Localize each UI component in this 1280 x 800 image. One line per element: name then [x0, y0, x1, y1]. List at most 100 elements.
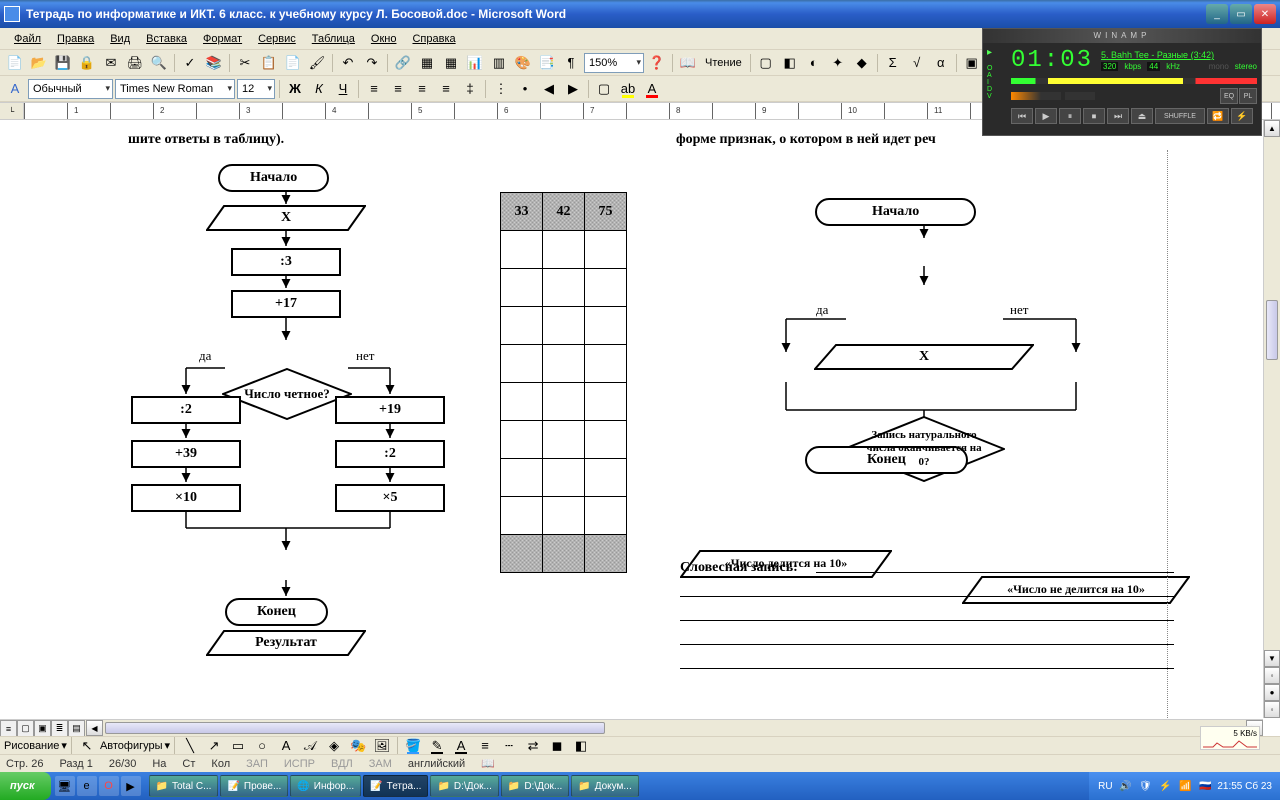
spellcheck-icon[interactable]: ✓	[179, 52, 201, 74]
ext6-icon[interactable]: ▣	[961, 52, 983, 74]
autoshapes-menu[interactable]: Автофигуры	[100, 740, 163, 752]
task-1[interactable]: 📝Прове...	[220, 775, 288, 797]
menu-format[interactable]: Формат	[195, 31, 250, 47]
new-doc-icon[interactable]: 📄	[4, 52, 26, 74]
styles-icon[interactable]: A	[4, 78, 26, 100]
task-3[interactable]: 📝Тетра...	[363, 775, 428, 797]
tray-flag-icon[interactable]: 🇷🇺	[1197, 778, 1213, 794]
ext4-icon[interactable]: ✦	[827, 52, 849, 74]
task-0[interactable]: 📁Total C...	[149, 775, 219, 797]
highlight-icon[interactable]: ab	[617, 78, 639, 100]
winamp-shuffle-button[interactable]: SHUFFLE	[1155, 108, 1205, 124]
tray-clock[interactable]: 21:55 Сб 23	[1217, 781, 1272, 792]
tray-icon1[interactable]: 🔊	[1117, 778, 1133, 794]
italic-icon[interactable]: К	[308, 78, 330, 100]
tray-icon3[interactable]: ⚡	[1157, 778, 1173, 794]
winamp-volume[interactable]	[1011, 92, 1061, 100]
indent-icon[interactable]: ▶	[562, 78, 584, 100]
winamp-next-icon[interactable]: ⏭	[1107, 108, 1129, 124]
menu-service[interactable]: Сервис	[250, 31, 304, 47]
winamp-prev-icon[interactable]: ⏮	[1011, 108, 1033, 124]
ext2-icon[interactable]: ◧	[779, 52, 801, 74]
menu-file[interactable]: Файл	[6, 31, 49, 47]
cut-icon[interactable]: ✂	[234, 52, 256, 74]
underline-icon[interactable]: Ч	[332, 78, 354, 100]
minimize-button[interactable]: _	[1206, 4, 1228, 24]
winamp-about-icon[interactable]: ⚡	[1231, 108, 1253, 124]
bold-icon[interactable]: Ж	[284, 78, 306, 100]
borders-icon[interactable]: ▢	[593, 78, 615, 100]
scroll-down-icon[interactable]: ▼	[1264, 650, 1280, 667]
bullets-icon[interactable]: •	[514, 78, 536, 100]
paste-icon[interactable]: 📄	[282, 52, 304, 74]
task-6[interactable]: 📁Докум...	[571, 775, 638, 797]
zoom-combo[interactable]: 150%	[584, 53, 644, 73]
winamp-pl-button[interactable]: PL	[1239, 88, 1257, 104]
scroll-thumb-v[interactable]	[1266, 300, 1278, 360]
open-icon[interactable]: 📂	[28, 52, 50, 74]
next-page-icon[interactable]: ◦	[1264, 701, 1280, 718]
status-spell-icon[interactable]: 📖	[481, 757, 495, 770]
align-justify-icon[interactable]: ≡	[435, 78, 457, 100]
prev-page-icon[interactable]: ◦	[1264, 667, 1280, 684]
status-lang[interactable]: английский	[408, 758, 465, 770]
winamp-title[interactable]: WINAMP	[983, 29, 1261, 43]
winamp-eq-button[interactable]: EQ	[1220, 88, 1238, 104]
research-icon[interactable]: 📚	[203, 52, 225, 74]
permissions-icon[interactable]: 🔒	[76, 52, 98, 74]
numbering-icon[interactable]: ⋮	[490, 78, 512, 100]
web-view-icon[interactable]: ▢	[17, 720, 34, 737]
menu-table[interactable]: Таблица	[304, 31, 363, 47]
save-icon[interactable]: 💾	[52, 52, 74, 74]
scroll-thumb-h[interactable]	[105, 722, 605, 734]
ql-opera-icon[interactable]: O	[99, 776, 119, 796]
ext5-icon[interactable]: ◆	[851, 52, 873, 74]
email-icon[interactable]: ✉	[100, 52, 122, 74]
docmap-icon[interactable]: 📑	[536, 52, 558, 74]
undo-icon[interactable]: ↶	[337, 52, 359, 74]
drawing-icon[interactable]: 🎨	[512, 52, 534, 74]
winamp-track[interactable]: 5. Bahh Tee - Разные (3:42)	[1101, 50, 1257, 60]
print-icon[interactable]: 🖨	[124, 52, 146, 74]
math2-icon[interactable]: √	[906, 52, 928, 74]
menu-insert[interactable]: Вставка	[138, 31, 195, 47]
task-2[interactable]: 🌐Инфор...	[290, 775, 361, 797]
scroll-left-icon[interactable]: ◀	[86, 720, 103, 736]
help-icon[interactable]: ❓	[646, 52, 668, 74]
close-button[interactable]: ✕	[1254, 4, 1276, 24]
fontcolor-icon[interactable]: A	[641, 78, 663, 100]
scrollbar-horizontal[interactable]: ◀ ▶	[86, 719, 1263, 736]
ql-app-icon[interactable]: ▶	[121, 776, 141, 796]
tray-icon2[interactable]: 🛡	[1137, 778, 1153, 794]
ext3-icon[interactable]: ◐	[803, 52, 825, 74]
ext1-icon[interactable]: ▢	[755, 52, 777, 74]
reading-icon[interactable]: 📖	[677, 52, 699, 74]
math3-icon[interactable]: α	[930, 52, 952, 74]
menu-help[interactable]: Справка	[404, 31, 463, 47]
task-5[interactable]: 📁D:\Док...	[501, 775, 569, 797]
hyperlink-icon[interactable]: 🔗	[392, 52, 414, 74]
copy-icon[interactable]: 📋	[258, 52, 280, 74]
document-area[interactable]: шите ответы в таблицу). форме признак, о…	[0, 120, 1280, 736]
align-center-icon[interactable]: ≡	[387, 78, 409, 100]
task-4[interactable]: 📁D:\Док...	[430, 775, 498, 797]
winamp-balance[interactable]	[1065, 92, 1095, 100]
redo-icon[interactable]: ↷	[361, 52, 383, 74]
formatpainter-icon[interactable]: 🖌	[306, 52, 328, 74]
start-button[interactable]: пуск	[0, 772, 51, 800]
tray-lang[interactable]: RU	[1097, 778, 1113, 794]
font-combo[interactable]: Times New Roman	[115, 79, 235, 99]
columns-icon[interactable]: ▥	[488, 52, 510, 74]
inserttable-icon[interactable]: ▦	[440, 52, 462, 74]
browse-object-icon[interactable]: ●	[1264, 684, 1280, 701]
menu-window[interactable]: Окно	[363, 31, 405, 47]
winamp-play-icon[interactable]: ▶	[1035, 108, 1057, 124]
winamp-seekbar[interactable]	[1011, 78, 1257, 84]
winamp-pause-icon[interactable]: ⏸	[1059, 108, 1081, 124]
tab-selector[interactable]: └	[0, 103, 24, 119]
winamp-stop-icon[interactable]: ⏹	[1083, 108, 1105, 124]
excel-icon[interactable]: 📊	[464, 52, 486, 74]
style-combo[interactable]: Обычный	[28, 79, 113, 99]
linespacing-icon[interactable]: ‡	[459, 78, 481, 100]
menu-view[interactable]: Вид	[102, 31, 138, 47]
